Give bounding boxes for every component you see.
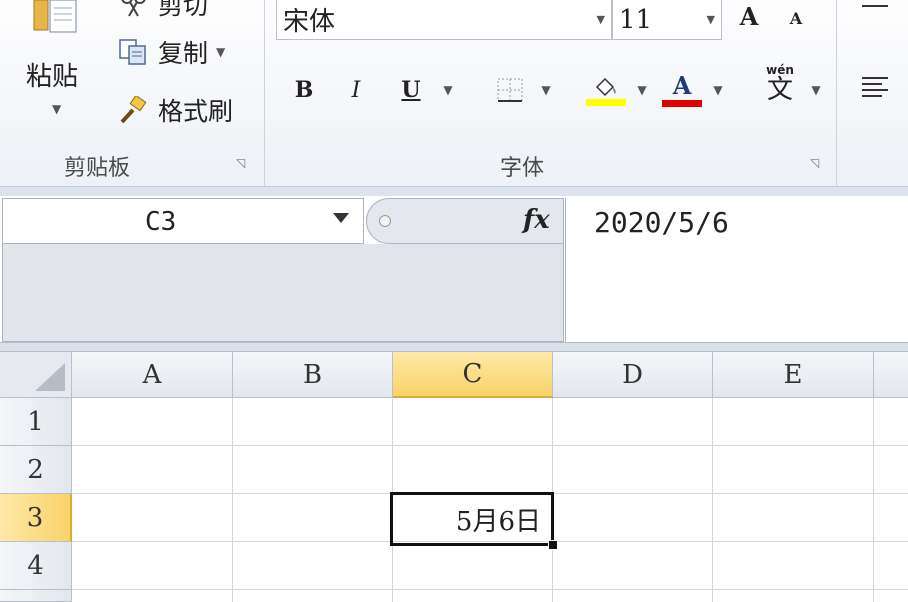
italic-icon: I xyxy=(351,77,361,103)
name-box[interactable]: C3 xyxy=(2,198,364,244)
cell-c3-value: 5月6日 xyxy=(455,506,541,537)
paste-icon xyxy=(33,0,77,33)
row-header-2[interactable]: 2 xyxy=(0,446,72,494)
font-dialog-launcher-icon[interactable]: ◹ xyxy=(810,156,824,170)
align-left-icon[interactable] xyxy=(860,74,890,100)
format-painter-button[interactable]: 格式刷 xyxy=(118,92,233,128)
font-color-swatch xyxy=(662,99,702,107)
format-painter-label: 格式刷 xyxy=(158,97,234,126)
fill-color-swatch xyxy=(586,98,626,106)
group-separator xyxy=(836,0,837,186)
borders-dropdown[interactable]: ▼ xyxy=(536,72,556,108)
formula-value: 2020/5/6 xyxy=(594,206,729,239)
font-name-value: 宋体 xyxy=(283,7,336,37)
chevron-down-icon[interactable]: ▼ xyxy=(216,45,225,59)
paint-bucket-icon xyxy=(595,77,616,96)
font-size-combobox[interactable]: 11 ▼ xyxy=(612,0,722,40)
grow-font-button[interactable]: A xyxy=(734,0,764,34)
phonetic-dropdown[interactable]: ▼ xyxy=(806,72,826,108)
phonetic-guide-button[interactable]: wén 文 xyxy=(752,64,808,105)
paintbrush-icon xyxy=(120,96,147,124)
font-color-dropdown[interactable]: ▼ xyxy=(708,72,728,108)
bold-icon: B xyxy=(294,77,314,103)
borders-button[interactable] xyxy=(490,72,530,108)
shrink-font-button[interactable]: A xyxy=(784,0,808,36)
column-header-a[interactable]: A xyxy=(72,352,233,398)
row-header-3[interactable]: 3 xyxy=(0,494,72,542)
clipboard-dialog-launcher-icon[interactable]: ◹ xyxy=(236,156,250,170)
column-header-c[interactable]: C xyxy=(393,352,553,398)
group-separator xyxy=(264,0,265,186)
cut-button[interactable]: 剪切 xyxy=(118,0,208,22)
chevron-down-icon: ▼ xyxy=(541,83,551,97)
column-header-f[interactable] xyxy=(874,352,908,398)
chevron-down-icon: ▼ xyxy=(443,83,453,97)
font-group-label: 字体 xyxy=(500,156,545,181)
underline-button[interactable]: U xyxy=(394,72,428,108)
chevron-down-icon: ▼ xyxy=(637,83,647,97)
insert-function-button[interactable]: fx xyxy=(523,205,550,235)
sheet-top-divider xyxy=(0,342,908,352)
chevron-down-icon[interactable]: ▼ xyxy=(707,13,715,26)
grid-line xyxy=(72,589,908,590)
clipboard-group-label: 剪贴板 xyxy=(64,156,131,181)
paste-label: 粘贴 xyxy=(26,62,79,92)
formula-bar-expanded-panel xyxy=(2,244,564,342)
select-all-button[interactable] xyxy=(0,352,72,398)
row-header-5[interactable] xyxy=(0,590,72,602)
copy-button[interactable]: 复制 ▼ xyxy=(118,34,225,70)
column-header-b[interactable]: B xyxy=(233,352,393,398)
ribbon: 粘贴 ▼ 剪切 复制 ▼ 格式刷 剪贴板 ◹ 宋体 ▼ 11 ▼ A A B I… xyxy=(0,0,908,188)
grid-line xyxy=(72,445,908,446)
worksheet-grid[interactable]: A B C D E 1 2 3 4 5月6日 xyxy=(0,352,908,602)
column-header-e[interactable]: E xyxy=(713,352,874,398)
name-box-value: C3 xyxy=(145,207,177,237)
grow-font-icon: A xyxy=(739,1,759,31)
bold-button[interactable]: B xyxy=(288,72,320,108)
italic-button[interactable]: I xyxy=(340,72,372,108)
underline-dropdown[interactable]: ▼ xyxy=(438,72,458,108)
resize-handle-icon[interactable] xyxy=(379,215,391,227)
shrink-font-icon: A xyxy=(789,8,803,28)
fill-color-button[interactable] xyxy=(584,72,628,108)
borders-icon xyxy=(497,78,523,102)
phonetic-icon: 文 xyxy=(766,75,793,105)
row-header-4[interactable]: 4 xyxy=(0,542,72,590)
fill-handle[interactable] xyxy=(548,540,558,550)
chevron-down-icon[interactable] xyxy=(333,213,349,223)
align-top-icon[interactable] xyxy=(860,2,890,12)
cut-label: 剪切 xyxy=(158,0,209,20)
chevron-down-icon: ▼ xyxy=(713,83,723,97)
font-color-icon: A xyxy=(672,70,692,100)
font-size-value: 11 xyxy=(619,4,653,35)
grid-line xyxy=(712,398,713,602)
chevron-down-icon: ▼ xyxy=(811,83,821,97)
underline-icon: U xyxy=(401,77,421,103)
copy-label: 复制 xyxy=(158,39,209,68)
chevron-down-icon[interactable]: ▼ xyxy=(597,13,605,26)
column-header-d[interactable]: D xyxy=(553,352,713,398)
select-all-icon xyxy=(35,363,65,391)
fill-color-dropdown[interactable]: ▼ xyxy=(632,72,652,108)
row-header-1[interactable]: 1 xyxy=(0,398,72,446)
chevron-down-icon[interactable]: ▼ xyxy=(52,102,61,116)
scissors-icon xyxy=(121,0,146,17)
font-name-combobox[interactable]: 宋体 ▼ xyxy=(276,0,612,40)
cell-c3[interactable]: 5月6日 xyxy=(390,492,554,546)
grid-line xyxy=(232,398,233,602)
copy-icon xyxy=(119,39,146,65)
formula-bar-controls: fx xyxy=(366,198,564,244)
formula-input[interactable]: 2020/5/6 xyxy=(565,198,908,342)
font-color-button[interactable]: A xyxy=(660,72,704,108)
grid-line xyxy=(873,398,874,602)
